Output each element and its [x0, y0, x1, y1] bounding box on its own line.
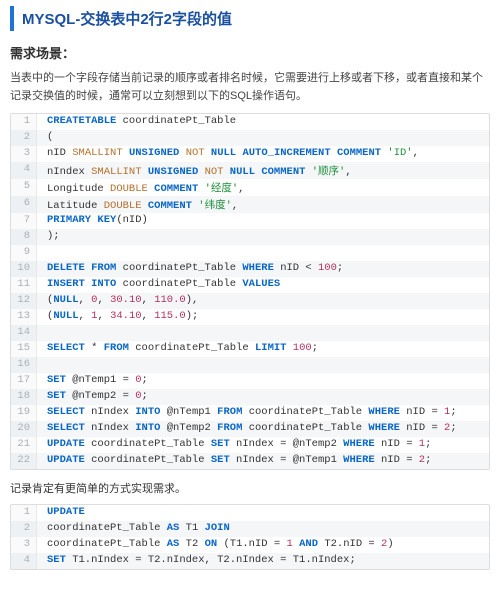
code-row: 4nIndex SMALLINT UNSIGNED NOT NULL COMME… [11, 162, 489, 179]
code-row: 17SET @nTemp1 = 0; [11, 373, 489, 389]
code-line: Longitude DOUBLE COMMENT '经度', [37, 179, 489, 196]
code-row: 19SELECT nIndex INTO @nTemp1 FROM coordi… [11, 405, 489, 421]
code-line: coordinatePt_Table AS T1 JOIN [37, 521, 489, 537]
code-line: ( [37, 130, 489, 146]
line-number: 13 [11, 309, 37, 325]
code-row: 21UPDATE coordinatePt_Table SET nIndex =… [11, 437, 489, 453]
code-line: PRIMARY KEY(nID) [37, 213, 489, 229]
code-line: SELECT nIndex INTO @nTemp2 FROM coordina… [37, 421, 489, 437]
code-row: 20SELECT nIndex INTO @nTemp2 FROM coordi… [11, 421, 489, 437]
line-number: 1 [11, 114, 37, 130]
line-number: 16 [11, 357, 37, 373]
code-row: 6Latitude DOUBLE COMMENT '纬度', [11, 196, 489, 213]
code-row: 22UPDATE coordinatePt_Table SET nIndex =… [11, 453, 489, 469]
code-row: 11INSERT INTO coordinatePt_Table VALUES [11, 277, 489, 293]
code-row: 5Longitude DOUBLE COMMENT '经度', [11, 179, 489, 196]
code-line: UPDATE coordinatePt_Table SET nIndex = @… [37, 453, 489, 469]
line-number: 5 [11, 179, 37, 196]
code-row: 18SET @nTemp2 = 0; [11, 389, 489, 405]
line-number: 2 [11, 130, 37, 146]
line-number: 1 [11, 505, 37, 521]
code-line: DELETE FROM coordinatePt_Table WHERE nID… [37, 261, 489, 277]
code-row: 16 [11, 357, 489, 373]
code-row: 12(NULL, 0, 30.10, 110.0), [11, 293, 489, 309]
line-number: 19 [11, 405, 37, 421]
code-line: Latitude DOUBLE COMMENT '纬度', [37, 196, 489, 213]
code-row: 1UPDATE [11, 505, 489, 521]
code-row: 14 [11, 325, 489, 341]
code-row: 4SET T1.nIndex = T2.nIndex, T2.nIndex = … [11, 553, 489, 569]
line-number: 10 [11, 261, 37, 277]
code-row: 13(NULL, 1, 34.10, 115.0); [11, 309, 489, 325]
code-line: UPDATE coordinatePt_Table SET nIndex = @… [37, 437, 489, 453]
code-line: (NULL, 0, 30.10, 110.0), [37, 293, 489, 309]
code-line: SET @nTemp1 = 0; [37, 373, 489, 389]
code-line [37, 245, 489, 261]
line-number: 6 [11, 196, 37, 213]
line-number: 4 [11, 162, 37, 179]
line-number: 15 [11, 341, 37, 357]
code-line [37, 357, 489, 373]
scenario-paragraph: 当表中的一个字段存储当前记录的顺序或者排名时候，它需要进行上移或者下移，或者直接… [10, 70, 490, 105]
code-row: 15SELECT * FROM coordinatePt_Table LIMIT… [11, 341, 489, 357]
section-heading: 需求场景： [10, 43, 490, 62]
line-number: 22 [11, 453, 37, 469]
code-line: nIndex SMALLINT UNSIGNED NOT NULL COMMEN… [37, 162, 489, 179]
line-number: 20 [11, 421, 37, 437]
code-line: UPDATE [37, 505, 489, 521]
note-paragraph: 记录肯定有更简单的方式实现需求。 [10, 480, 490, 496]
line-number: 7 [11, 213, 37, 229]
code-line: SELECT * FROM coordinatePt_Table LIMIT 1… [37, 341, 489, 357]
line-number: 12 [11, 293, 37, 309]
code-row: 9 [11, 245, 489, 261]
page-title-wrap: MYSQL-交换表中2行2字段的值 [10, 6, 490, 31]
code-row: 10DELETE FROM coordinatePt_Table WHERE n… [11, 261, 489, 277]
code-row: 2( [11, 130, 489, 146]
code-line: SET @nTemp2 = 0; [37, 389, 489, 405]
line-number: 21 [11, 437, 37, 453]
line-number: 8 [11, 229, 37, 245]
line-number: 2 [11, 521, 37, 537]
code-row: 3nID SMALLINT UNSIGNED NOT NULL AUTO_INC… [11, 146, 489, 162]
line-number: 18 [11, 389, 37, 405]
code-line: CREATETABLE coordinatePt_Table [37, 114, 489, 130]
line-number: 4 [11, 553, 37, 569]
line-number: 9 [11, 245, 37, 261]
code-row: 8); [11, 229, 489, 245]
code-line: SELECT nIndex INTO @nTemp1 FROM coordina… [37, 405, 489, 421]
code-line: SET T1.nIndex = T2.nIndex, T2.nIndex = T… [37, 553, 489, 569]
code-row: 7PRIMARY KEY(nID) [11, 213, 489, 229]
line-number: 11 [11, 277, 37, 293]
code-line: nID SMALLINT UNSIGNED NOT NULL AUTO_INCR… [37, 146, 489, 162]
code-line: (NULL, 1, 34.10, 115.0); [37, 309, 489, 325]
code-line: INSERT INTO coordinatePt_Table VALUES [37, 277, 489, 293]
code-block-main: 1CREATETABLE coordinatePt_Table2(3nID SM… [10, 113, 490, 470]
code-row: 2coordinatePt_Table AS T1 JOIN [11, 521, 489, 537]
code-line [37, 325, 489, 341]
code-block-alt: 1UPDATE2coordinatePt_Table AS T1 JOIN3co… [10, 504, 490, 570]
line-number: 14 [11, 325, 37, 341]
code-line: ); [37, 229, 489, 245]
line-number: 3 [11, 146, 37, 162]
page-title: MYSQL-交换表中2行2字段的值 [22, 11, 232, 28]
line-number: 17 [11, 373, 37, 389]
code-row: 1CREATETABLE coordinatePt_Table [11, 114, 489, 130]
